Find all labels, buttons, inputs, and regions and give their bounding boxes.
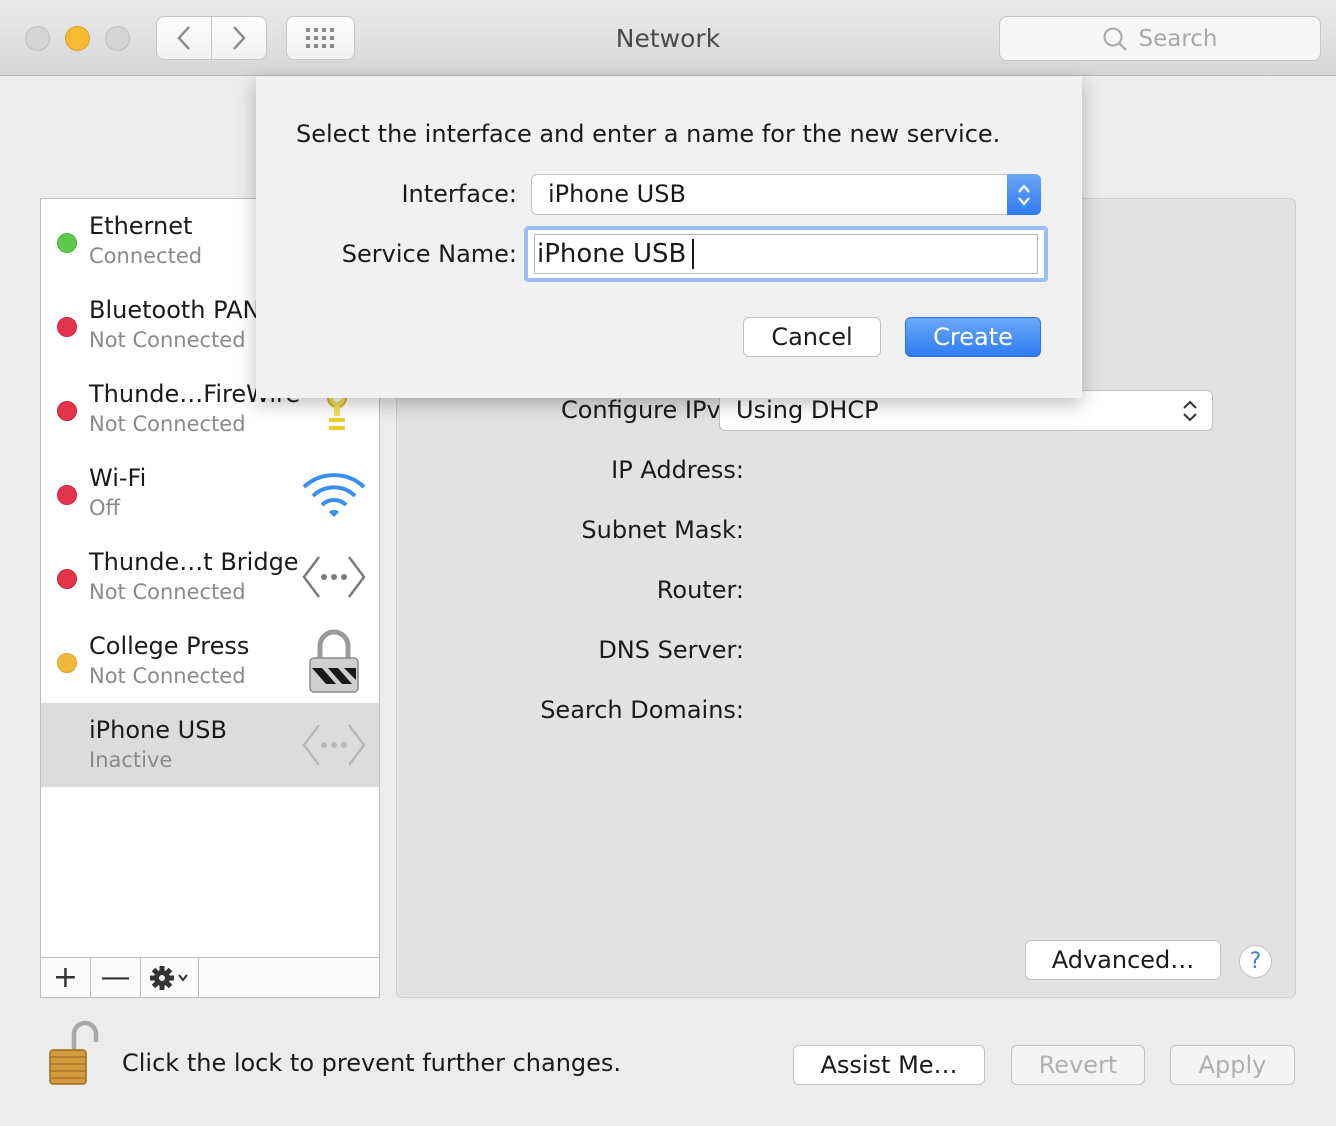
add-service-button[interactable]: + xyxy=(41,958,91,997)
interface-stepper[interactable] xyxy=(1007,174,1041,215)
service-status: Not Connected xyxy=(89,328,246,352)
service-name: iPhone USB xyxy=(89,716,227,744)
search-placeholder: Search xyxy=(1138,25,1218,52)
create-button[interactable]: Create xyxy=(905,317,1041,357)
status-dot xyxy=(57,569,77,589)
status-dot xyxy=(57,317,77,337)
configure-ipv4-value: Using DHCP xyxy=(736,396,879,424)
apply-button[interactable]: Apply xyxy=(1170,1045,1295,1085)
status-dot xyxy=(57,485,77,505)
gear-icon xyxy=(149,965,188,990)
text-caret xyxy=(692,239,695,269)
help-button[interactable]: ? xyxy=(1239,945,1272,978)
service-status: Not Connected xyxy=(89,412,246,436)
service-item-wifi[interactable]: Wi-Fi Off xyxy=(41,451,379,535)
status-dot xyxy=(57,233,77,253)
chevron-updown-icon xyxy=(1018,183,1030,206)
service-name-input[interactable]: iPhone USB xyxy=(524,226,1048,282)
title-bar: Network Search xyxy=(0,0,1336,76)
service-status: Connected xyxy=(89,244,203,268)
status-dot xyxy=(57,401,77,421)
service-name-label: Service Name: xyxy=(341,240,517,268)
service-name: Ethernet xyxy=(89,212,193,240)
bridge-icon xyxy=(299,543,369,611)
search-icon xyxy=(1103,27,1128,51)
search-field[interactable]: Search xyxy=(999,16,1321,61)
search-domains-label: Search Domains: xyxy=(540,696,744,724)
service-status: Off xyxy=(89,496,120,520)
service-status: Not Connected xyxy=(89,580,246,604)
status-dot xyxy=(57,653,77,673)
service-status: Not Connected xyxy=(89,664,246,688)
service-list-toolbar: + — xyxy=(41,957,379,997)
vpn-lock-icon xyxy=(299,627,369,695)
service-item-iphone-usb[interactable]: iPhone USB Inactive xyxy=(41,703,379,787)
assist-me-button[interactable]: Assist Me… xyxy=(793,1045,985,1085)
service-item-college-press[interactable]: College Press Not Connected xyxy=(41,619,379,703)
service-name: College Press xyxy=(89,632,250,660)
sheet-message: Select the interface and enter a name fo… xyxy=(296,120,1001,148)
action-menu-button[interactable] xyxy=(141,958,199,997)
lock-message: Click the lock to prevent further change… xyxy=(122,1049,622,1077)
interface-select[interactable]: iPhone USB xyxy=(531,174,1041,215)
advanced-button[interactable]: Advanced… xyxy=(1025,940,1221,980)
service-item-thunderbolt-bridge[interactable]: Thunde…t Bridge Not Connected xyxy=(41,535,379,619)
ip-address-label: IP Address: xyxy=(611,456,744,484)
revert-button[interactable]: Revert xyxy=(1011,1045,1145,1085)
dns-server-label: DNS Server: xyxy=(598,636,744,664)
bridge-icon xyxy=(299,711,369,779)
service-status: Inactive xyxy=(89,748,173,772)
remove-service-button[interactable]: — xyxy=(91,958,141,997)
chevron-updown-icon xyxy=(1183,400,1197,422)
service-name: Wi-Fi xyxy=(89,464,147,492)
service-name-text-area[interactable]: iPhone USB xyxy=(534,234,1038,274)
wifi-icon xyxy=(299,459,369,527)
configure-ipv4-label: Configure IPv4: xyxy=(560,396,744,424)
unlocked-lock-icon[interactable] xyxy=(46,1020,100,1090)
new-service-sheet: Select the interface and enter a name fo… xyxy=(256,76,1082,398)
cancel-button[interactable]: Cancel xyxy=(743,317,881,357)
interface-label: Interface: xyxy=(401,180,517,208)
router-label: Router: xyxy=(656,576,744,604)
service-name: Thunde…t Bridge xyxy=(89,548,299,576)
service-name-value: iPhone USB xyxy=(537,239,687,269)
interface-value: iPhone USB xyxy=(548,180,686,208)
service-name: Bluetooth PAN xyxy=(89,296,261,324)
subnet-mask-label: Subnet Mask: xyxy=(581,516,744,544)
